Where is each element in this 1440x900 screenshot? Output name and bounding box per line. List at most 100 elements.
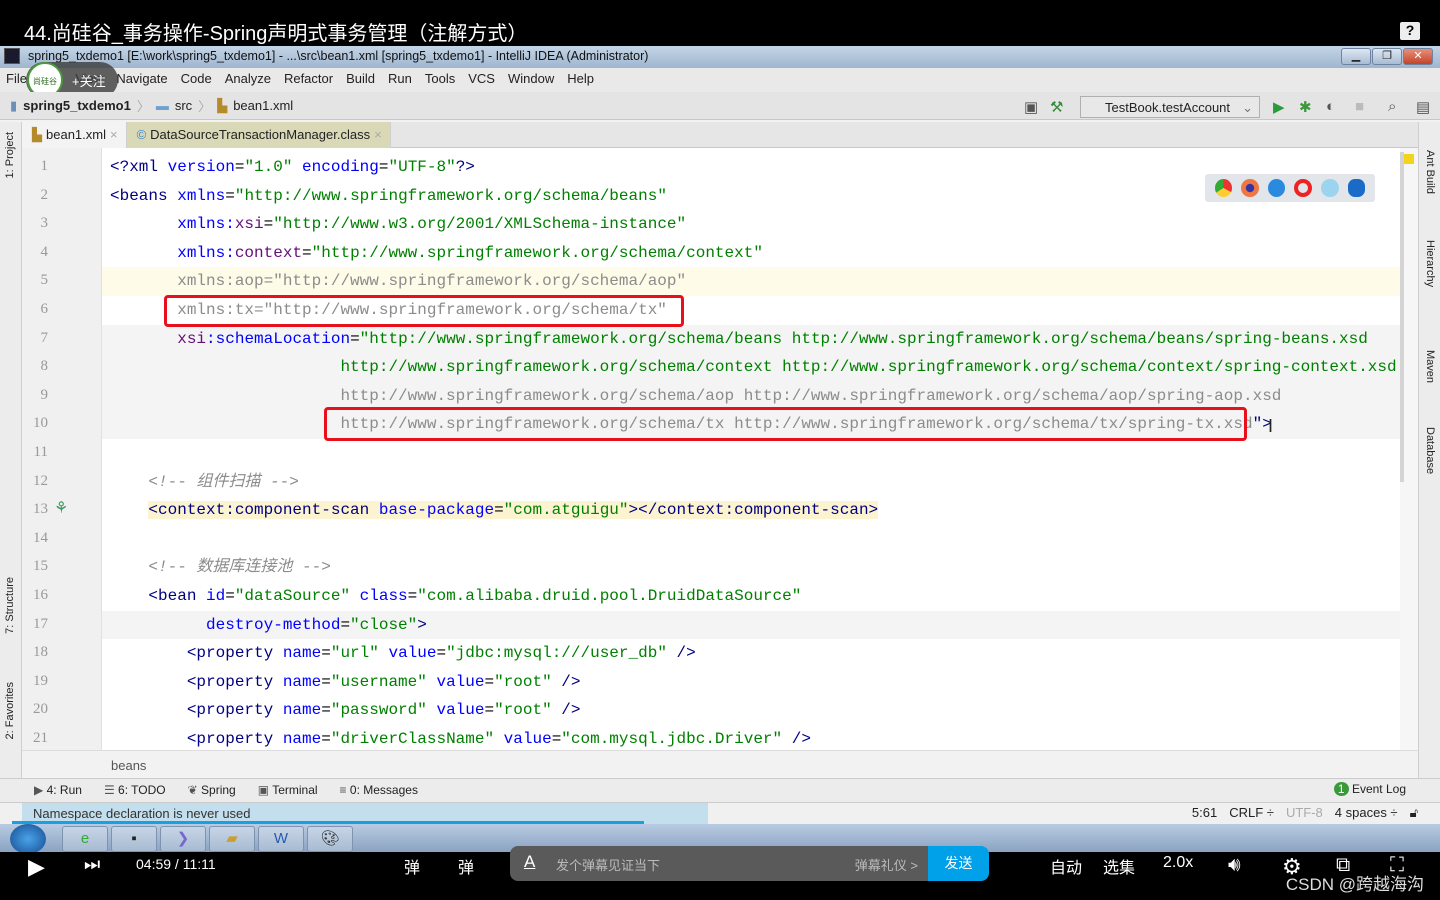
help-button[interactable]: ? xyxy=(1400,22,1420,40)
hierarchy-tool-button[interactable]: Hierarchy xyxy=(1424,240,1436,287)
error-stripe[interactable] xyxy=(1400,148,1418,750)
close-tab-icon[interactable]: × xyxy=(374,127,382,148)
menu-window[interactable]: Window xyxy=(508,71,554,92)
run-icon[interactable]: ▶ xyxy=(1273,98,1285,116)
code-line[interactable]: <bean id="dataSource" class="com.alibaba… xyxy=(102,582,1400,611)
structure-tool-button[interactable]: 7: Structure xyxy=(4,577,16,634)
code-token: = xyxy=(302,243,312,262)
menu-refactor[interactable]: Refactor xyxy=(284,71,333,92)
crumb-file[interactable]: bean1.xml xyxy=(233,98,293,113)
code-line[interactable]: <property name="url" value="jdbc:mysql:/… xyxy=(102,639,1400,668)
code-line[interactable]: <property name="driverClassName" value="… xyxy=(102,725,1400,750)
toolwindow-button[interactable]: ▶ 4: Run xyxy=(34,783,82,802)
line-separator[interactable]: CRLF ÷ xyxy=(1229,805,1274,821)
code-line[interactable]: <property name="username" value="root" /… xyxy=(102,668,1400,697)
edge-icon[interactable] xyxy=(1347,179,1365,197)
volume-icon[interactable]: 🔊︎ xyxy=(1228,854,1241,877)
code-token: context xyxy=(234,243,303,262)
code-editor[interactable]: <?xml version="1.0" encoding="UTF-8"?> <b… xyxy=(102,148,1400,750)
menu-tools[interactable]: Tools xyxy=(425,71,455,92)
code-line[interactable]: xmlns:xsi="http://www.w3.org/2001/XMLSch… xyxy=(102,210,1400,239)
explorer-taskbar-icon[interactable]: ▰ xyxy=(209,826,255,852)
run-config-dropdown[interactable]: TestBook.testAccount ⌄ xyxy=(1080,96,1260,118)
caret-position[interactable]: 5:61 xyxy=(1192,805,1217,821)
database-tool-button[interactable]: Database xyxy=(1424,427,1436,474)
ant-build-tool-button[interactable]: Ant Build xyxy=(1424,150,1436,194)
next-icon[interactable]: ⏭︎ xyxy=(84,854,100,875)
windows-start-button[interactable] xyxy=(10,824,46,854)
scrollbar-thumb[interactable] xyxy=(1400,152,1404,482)
intellij-taskbar-icon[interactable]: ▪ xyxy=(111,826,157,852)
indent-setting[interactable]: 4 spaces ÷ xyxy=(1335,805,1398,821)
run-console-icon[interactable]: ▣ xyxy=(1024,98,1038,116)
close-tab-icon[interactable]: × xyxy=(110,127,118,148)
code-line[interactable] xyxy=(102,439,1400,468)
stop-icon[interactable]: ■ xyxy=(1355,98,1364,115)
tab-datasource-class[interactable]: © DataSourceTransactionManager.class × xyxy=(126,122,391,148)
danmu-off-icon[interactable]: 弹 xyxy=(404,854,420,878)
debug-icon[interactable]: ✱ xyxy=(1299,98,1312,116)
code-line[interactable]: <!-- 组件扫描 --> xyxy=(102,468,1400,497)
favorites-tool-button[interactable]: 2: Favorites xyxy=(4,682,16,739)
app-taskbar-icon[interactable]: ❯ xyxy=(160,826,206,852)
safari-icon[interactable] xyxy=(1267,179,1286,197)
search-icon[interactable]: ⌕ xyxy=(1388,98,1396,115)
chrome-icon[interactable] xyxy=(1215,179,1233,197)
code-line[interactable]: <context:component-scan base-package="co… xyxy=(102,496,1400,525)
danmu-input[interactable]: A 发个弹幕见证当下 弹幕礼仪 > xyxy=(510,846,928,881)
tab-bean1-xml[interactable]: ▙ bean1.xml × xyxy=(22,122,127,148)
menu-run[interactable]: Run xyxy=(388,71,412,92)
code-line[interactable]: xsi:schemaLocation="http://www.springfra… xyxy=(102,324,1400,354)
project-structure-icon[interactable]: ▤ xyxy=(1416,98,1430,116)
editor-breadcrumb[interactable]: beans xyxy=(22,750,1418,778)
ie-taskbar-icon[interactable]: e xyxy=(62,826,108,852)
quality-button[interactable]: 自动 xyxy=(1050,854,1082,878)
restore-button[interactable]: ❐ xyxy=(1372,48,1402,65)
menu-analyze[interactable]: Analyze xyxy=(225,71,271,92)
menu-code[interactable]: Code xyxy=(181,71,212,92)
code-line[interactable]: xmlns:context="http://www.springframewor… xyxy=(102,239,1400,268)
text-style-icon[interactable]: A xyxy=(524,852,535,872)
menu-navigate[interactable]: Navigate xyxy=(116,71,167,92)
ie-icon[interactable] xyxy=(1321,179,1339,197)
minimize-button[interactable]: ▁ xyxy=(1341,48,1371,65)
code-line[interactable] xyxy=(102,525,1400,554)
danmu-etiquette-link[interactable]: 弹幕礼仪 > xyxy=(855,855,918,874)
close-window-button[interactable]: ✕ xyxy=(1403,48,1433,65)
menu-build[interactable]: Build xyxy=(346,71,375,92)
toolwindow-icon: ☰ xyxy=(103,783,115,797)
menu-file[interactable]: File xyxy=(6,71,27,92)
speed-button[interactable]: 2.0x xyxy=(1163,854,1193,872)
opera-icon[interactable] xyxy=(1294,179,1313,197)
danmu-settings-icon[interactable]: 弹 xyxy=(458,854,474,878)
toolwindow-button[interactable]: ≡ 0: Messages xyxy=(340,783,418,802)
maven-tool-button[interactable]: Maven xyxy=(1424,350,1436,383)
crumb-folder[interactable]: src xyxy=(175,98,192,113)
toolwindow-button[interactable]: ☰ 6: TODO xyxy=(104,783,166,802)
play-icon[interactable]: ▶ xyxy=(28,854,45,880)
toolwindow-button[interactable]: ❦ Spring xyxy=(188,783,236,802)
build-hammer-icon[interactable]: ⚒ xyxy=(1050,98,1063,116)
episodes-button[interactable]: 选集 xyxy=(1103,854,1135,878)
spring-bean-icon[interactable]: ⚘ xyxy=(54,498,68,518)
code-line[interactable]: <property name="password" value="root" /… xyxy=(102,696,1400,725)
code-line[interactable]: xmlns:aop="http://www.springframework.or… xyxy=(102,267,1400,296)
code-line[interactable]: destroy-method="close"> xyxy=(102,610,1400,640)
firefox-icon[interactable] xyxy=(1241,179,1259,197)
word-taskbar-icon[interactable]: W xyxy=(258,826,304,852)
send-button[interactable]: 发送 xyxy=(928,846,989,881)
intellij-logo-icon xyxy=(4,48,20,64)
toolwindow-button[interactable]: ▣ Terminal xyxy=(258,783,318,802)
lock-icon[interactable]: 🔓︎ xyxy=(1410,805,1418,821)
paint-taskbar-icon[interactable]: 🎨︎ xyxy=(307,826,353,852)
project-tool-button[interactable]: 1: Project xyxy=(4,132,16,178)
code-token: <property xyxy=(110,730,283,748)
file-encoding[interactable]: UTF-8 xyxy=(1286,805,1323,821)
menu-vcs[interactable]: VCS xyxy=(468,71,495,92)
crumb-project[interactable]: spring5_txdemo1 xyxy=(23,98,131,113)
code-line[interactable]: http://www.springframework.org/schema/co… xyxy=(102,353,1400,382)
code-line[interactable]: <!-- 数据库连接池 --> xyxy=(102,553,1400,582)
coverage-icon[interactable]: ◐ xyxy=(1326,98,1335,115)
menu-help[interactable]: Help xyxy=(567,71,594,92)
event-log-button[interactable]: 1 Event Log xyxy=(1333,782,1406,796)
